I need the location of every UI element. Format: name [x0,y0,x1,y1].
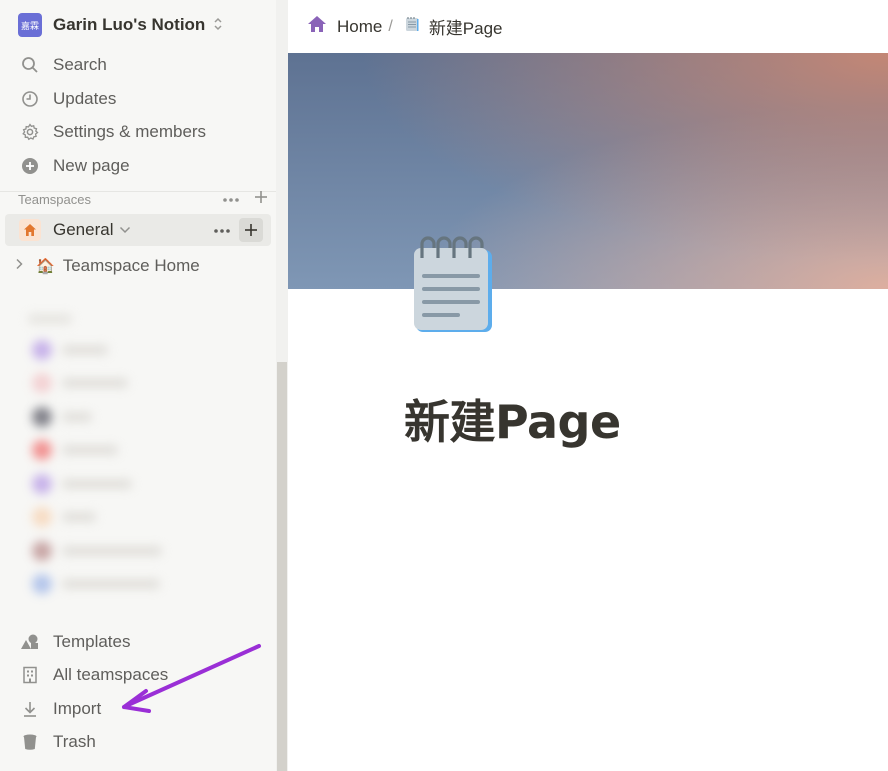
sidebar-templates[interactable]: Templates [8,627,270,657]
blurred-private-pages [14,305,264,605]
chevron-down-icon[interactable] [119,226,131,234]
building-icon [20,665,40,685]
teamspaces-section-header: Teamspaces [18,190,268,208]
nav-search[interactable]: Search [8,50,270,80]
nav-updates[interactable]: Updates [8,84,270,114]
shapes-icon [20,632,40,652]
workspace-avatar: 嘉霖 [18,13,42,37]
sidebar-scrollbar-thumb[interactable] [277,362,287,771]
breadcrumb-page[interactable]: 新建Page [405,14,503,39]
templates-label: Templates [53,632,131,651]
add-page-button[interactable] [239,218,263,242]
notepad-icon [405,16,419,37]
teamspace-general-label: General [53,220,114,239]
teamspace-home-label: Teamspace Home [62,256,200,275]
breadcrumb-home[interactable]: Home [307,15,382,38]
clock-icon [20,89,40,109]
workspace-name: Garin Luo's Notion [53,15,206,34]
workspace-switcher[interactable]: 嘉霖 Garin Luo's Notion [8,8,270,42]
house-icon [307,15,327,38]
breadcrumb-separator: / [388,17,393,35]
import-label: Import [53,699,102,718]
breadcrumb-home-label: Home [337,16,383,36]
gear-icon [20,122,40,142]
house-emoji-icon: 🏠 [36,257,55,275]
page-cover[interactable] [288,53,888,289]
teamspace-general[interactable]: General [5,214,271,246]
download-icon [20,699,40,719]
sidebar-all-teamspaces[interactable]: All teamspaces [8,660,270,690]
chevron-right-icon[interactable] [14,257,24,275]
page-title[interactable]: 新建Page [404,386,621,452]
sidebar: 嘉霖 Garin Luo's Notion Search Updates Set… [0,0,276,771]
sidebar-import[interactable]: Import [8,694,270,724]
trash-icon [20,732,40,752]
nav-search-label: Search [53,55,107,74]
all-teamspaces-label: All teamspaces [53,665,169,684]
nav-new-page-label: New page [53,156,130,175]
plus-icon[interactable] [254,190,268,209]
nav-settings[interactable]: Settings & members [8,117,270,147]
notepad-icon[interactable] [412,236,496,334]
nav-updates-label: Updates [53,89,117,108]
more-icon[interactable] [213,221,231,239]
house-icon [19,219,41,241]
chevron-updown-icon [213,17,223,33]
breadcrumb: Home / 新建Page [288,0,888,53]
breadcrumb-page-label: 新建Page [428,19,503,38]
teamspaces-section-label: Teamspaces [18,191,91,207]
search-icon [20,55,40,75]
nav-new-page[interactable]: New page [8,151,270,181]
more-icon[interactable] [222,190,240,208]
nav-settings-label: Settings & members [53,122,207,141]
sidebar-trash[interactable]: Trash [8,727,270,757]
sidebar-item-teamspace-home[interactable]: 🏠 Teamspace Home [14,252,264,280]
plus-icon [245,224,257,236]
plus-circle-icon [20,156,40,176]
trash-label: Trash [53,732,96,751]
